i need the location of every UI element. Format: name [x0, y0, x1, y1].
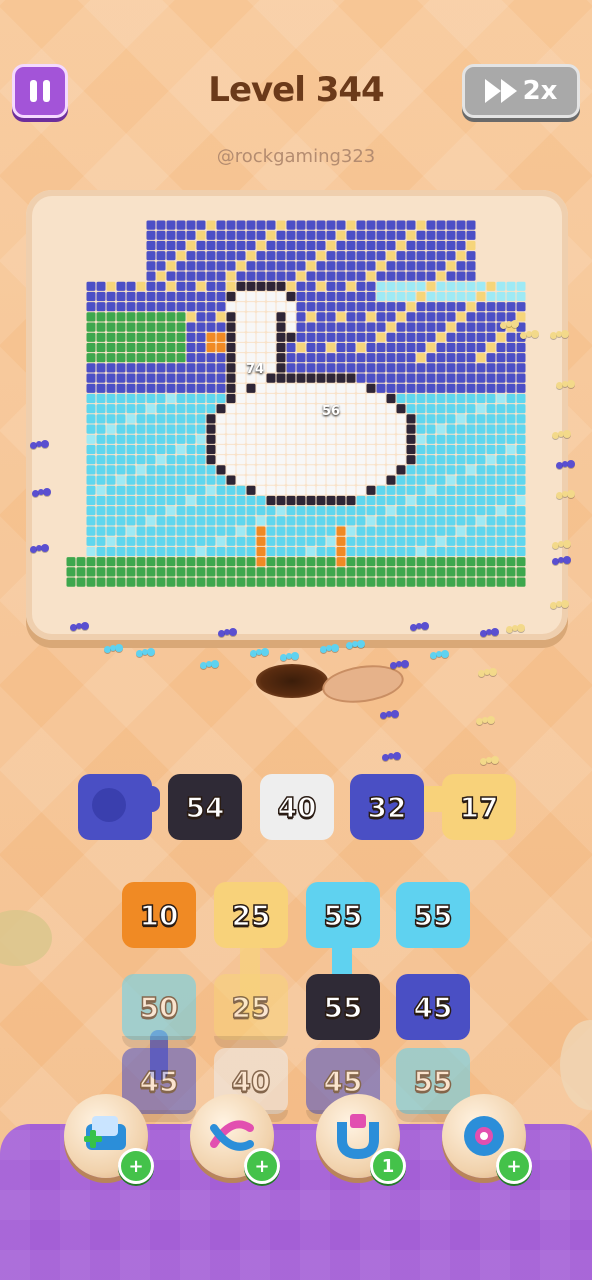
booster-badge: 1 [370, 1148, 406, 1184]
ant [556, 460, 575, 470]
grid-tile-label: 55 [413, 1064, 453, 1099]
ant [552, 556, 571, 566]
grid-tile-label: 25 [231, 990, 271, 1025]
ant [280, 652, 299, 662]
speed-button[interactable]: 2x [462, 64, 580, 118]
speed-label: 2x [522, 76, 558, 106]
grid-tile[interactable]: 25 [214, 882, 288, 956]
queue-slot[interactable]: 32 [350, 774, 424, 848]
ant [136, 648, 155, 658]
ant [70, 622, 89, 632]
booster-badge: + [244, 1148, 280, 1184]
ant [250, 648, 269, 658]
empty-slot-icon [92, 788, 126, 822]
ant [104, 644, 123, 654]
pixel-count-marker: 74 [246, 362, 265, 377]
grid-tile[interactable]: 25 [214, 974, 288, 1048]
grid-tile-label: 45 [413, 990, 453, 1025]
add-slot-booster-button[interactable]: + [64, 1094, 154, 1184]
booster-badge: + [496, 1148, 532, 1184]
ant [346, 640, 365, 650]
ant [32, 488, 51, 498]
ant [552, 540, 571, 550]
shuffle-booster-button[interactable]: + [190, 1094, 280, 1184]
grid-tile-label: 10 [139, 898, 179, 933]
grid-tile[interactable]: 45 [396, 974, 470, 1048]
grid-tile-label: 40 [231, 1064, 271, 1099]
grid-tile[interactable]: 55 [396, 882, 470, 956]
queue-slot-label: 32 [367, 790, 407, 825]
grid-tile[interactable]: 50 [122, 974, 196, 1048]
magnet-booster-button[interactable]: 1 [316, 1094, 406, 1184]
ant [476, 716, 495, 726]
tape-booster-button[interactable]: + [442, 1094, 532, 1184]
grid-tile-label: 45 [139, 1064, 179, 1099]
booster-badge: + [118, 1148, 154, 1184]
ant [382, 752, 401, 762]
queue-slot[interactable]: 54 [168, 774, 242, 848]
ant [500, 320, 519, 330]
grid-tile[interactable]: 55 [306, 974, 380, 1048]
queue-slot[interactable] [78, 774, 152, 848]
grid-tile-label: 55 [323, 990, 363, 1025]
ant [410, 622, 429, 632]
pixel-art-goose [66, 220, 526, 587]
grid-tile-label: 50 [139, 990, 179, 1025]
grid-tile-label: 55 [413, 898, 453, 933]
ant [520, 330, 539, 340]
queue-slot[interactable]: 17 [442, 774, 516, 848]
ant [320, 644, 339, 654]
ant [30, 440, 49, 450]
grid-tile[interactable]: 55 [306, 882, 380, 956]
ant [480, 756, 499, 766]
queue-slot-label: 54 [185, 790, 225, 825]
grid-tile[interactable]: 10 [122, 882, 196, 956]
ant [556, 380, 575, 390]
queue-slot[interactable]: 40 [260, 774, 334, 848]
ant [218, 628, 237, 638]
watermark: @rockgaming323 [216, 146, 376, 167]
ant [556, 490, 575, 500]
queue-slot-label: 40 [277, 790, 317, 825]
grid-tile-label: 45 [323, 1064, 363, 1099]
ant [380, 710, 399, 720]
ant [478, 668, 497, 678]
ant [506, 624, 525, 634]
ant [552, 430, 571, 440]
ant [390, 660, 409, 670]
pixel-count-marker: 56 [322, 404, 341, 419]
ant [550, 330, 569, 340]
ant-hole [256, 664, 328, 698]
ant [550, 600, 569, 610]
grid-tile-label: 55 [323, 898, 363, 933]
ant [480, 628, 499, 638]
queue-slot-label: 17 [459, 790, 499, 825]
grid-tile-label: 25 [231, 898, 271, 933]
fast-forward-icon [484, 79, 517, 103]
ant [430, 650, 449, 660]
ant [30, 544, 49, 554]
ant [200, 660, 219, 670]
